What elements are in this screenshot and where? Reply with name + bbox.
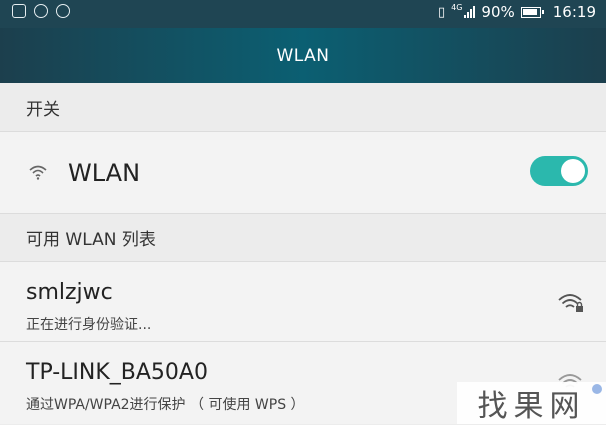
wlan-switch-row[interactable]: WLAN — [0, 131, 606, 213]
battery-percent: 90% — [481, 3, 515, 21]
network-status: 通过WPA/WPA2进行保护 （ 可使用 WPS ） — [26, 397, 305, 413]
network-item-smlzjwc[interactable]: smlzjwc 正在进行身份验证... — [0, 261, 606, 341]
signal-icon — [464, 6, 476, 18]
clock: 16:19 — [552, 3, 596, 21]
watermark-text: 找果网 — [477, 389, 586, 424]
watermark: 找果网 — [457, 382, 606, 424]
title-bar: WLAN — [0, 28, 606, 83]
battery-icon — [520, 6, 544, 18]
chat-notification-icon — [34, 4, 48, 18]
network-status: 正在进行身份验证... — [26, 317, 152, 333]
wlan-toggle[interactable] — [530, 156, 588, 186]
image-notification-icon — [12, 4, 26, 18]
status-bar: ▯ 4G 90% 16:19 — [0, 0, 606, 28]
status-bar-indicators: ▯ 4G 90% 16:19 — [438, 3, 596, 21]
vibrate-icon: ▯ — [437, 4, 446, 20]
network-type: 4G — [451, 3, 463, 12]
network-ssid: smlzjwc — [26, 280, 113, 305]
section-header-available-label: 可用 WLAN 列表 — [26, 230, 156, 250]
status-bar-notifications — [12, 4, 70, 18]
section-header-switch-label: 开关 — [26, 99, 60, 120]
network-ssid: TP-LINK_BA50A0 — [26, 360, 208, 385]
wifi-locked-icon — [558, 294, 583, 312]
page-title: WLAN — [276, 45, 330, 66]
app-notification-icon — [56, 4, 70, 18]
wlan-toggle-knob — [561, 159, 585, 183]
wifi-icon — [29, 165, 47, 180]
section-header-available: 可用 WLAN 列表 — [0, 213, 606, 261]
wlan-switch-label: WLAN — [68, 159, 141, 187]
watermark-dot-icon — [592, 384, 602, 394]
section-header-switch: 开关 — [0, 83, 606, 131]
